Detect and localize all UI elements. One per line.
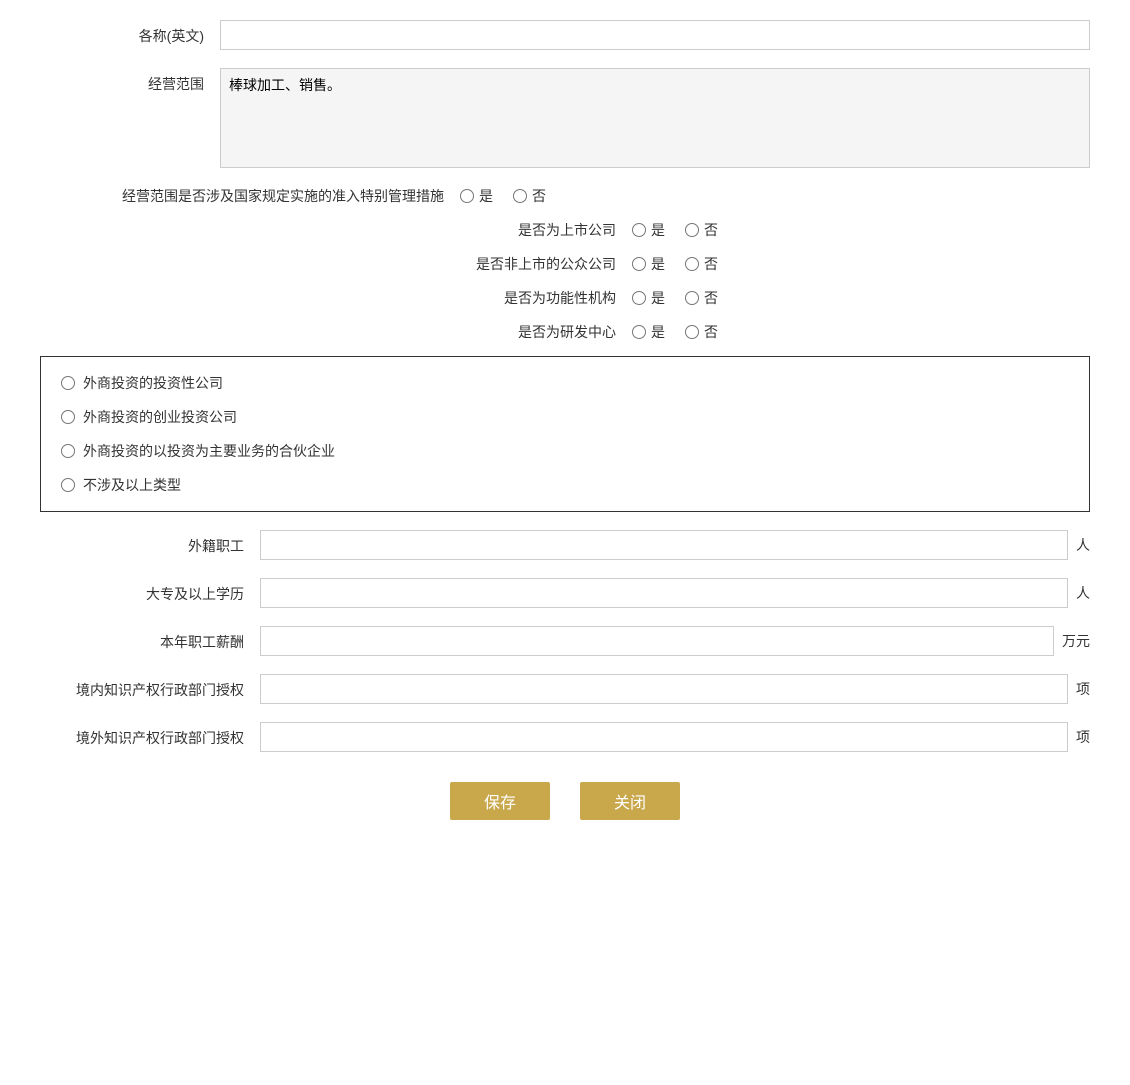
domestic-ip-unit: 项	[1068, 679, 1090, 699]
foreign-ip-input-wrap: 项	[260, 722, 1090, 752]
foreign-ip-input[interactable]	[260, 722, 1068, 752]
investment-option-2-label: 外商投资的创业投资公司	[83, 407, 237, 427]
non-listed-public-row: 是否非上市的公众公司 是 否	[40, 254, 1090, 274]
functional-institution-no[interactable]: 否	[685, 288, 718, 308]
listed-company-radios: 是 否	[632, 220, 718, 240]
annual-salary-control: 万元	[260, 626, 1090, 656]
special-management-no-radio[interactable]	[513, 189, 527, 203]
foreign-staff-label: 外籍职工	[40, 530, 260, 556]
investment-option-4-radio[interactable]	[61, 478, 75, 492]
functional-institution-row: 是否为功能性机构 是 否	[40, 288, 1090, 308]
listed-company-yes-radio[interactable]	[632, 223, 646, 237]
investment-option-4-label: 不涉及以上类型	[83, 475, 181, 495]
non-listed-public-yes[interactable]: 是	[632, 254, 665, 274]
non-listed-public-no[interactable]: 否	[685, 254, 718, 274]
foreign-staff-row: 外籍职工 人	[40, 530, 1090, 560]
rd-center-radios: 是 否	[632, 322, 718, 342]
listed-company-label: 是否为上市公司	[412, 220, 632, 240]
annual-salary-input-wrap: 万元	[260, 626, 1090, 656]
functional-institution-yes-label: 是	[651, 288, 665, 308]
listed-company-yes[interactable]: 是	[632, 220, 665, 240]
investment-option-1-radio[interactable]	[61, 376, 75, 390]
rd-center-yes[interactable]: 是	[632, 322, 665, 342]
functional-institution-yes-radio[interactable]	[632, 291, 646, 305]
special-management-radios: 是 否	[460, 186, 546, 206]
annual-salary-input[interactable]	[260, 626, 1054, 656]
annual-salary-label: 本年职工薪酬	[40, 626, 260, 652]
domestic-ip-row: 境内知识产权行政部门授权 项	[40, 674, 1090, 704]
investment-option-3-radio[interactable]	[61, 444, 75, 458]
college-edu-label: 大专及以上学历	[40, 578, 260, 604]
foreign-staff-input[interactable]	[260, 530, 1068, 560]
investment-option-4[interactable]: 不涉及以上类型	[61, 475, 1069, 495]
business-scope-label: 经营范围	[40, 68, 220, 94]
domestic-ip-control: 项	[260, 674, 1090, 704]
domestic-ip-input-wrap: 项	[260, 674, 1090, 704]
domestic-ip-input[interactable]	[260, 674, 1068, 704]
non-listed-public-yes-label: 是	[651, 254, 665, 274]
annual-salary-row: 本年职工薪酬 万元	[40, 626, 1090, 656]
business-scope-textarea[interactable]: 棒球加工、销售。	[220, 68, 1090, 168]
special-management-no-label: 否	[532, 186, 546, 206]
special-management-label: 经营范围是否涉及国家规定实施的准入特别管理措施	[40, 186, 460, 206]
foreign-staff-input-wrap: 人	[260, 530, 1090, 560]
functional-institution-yes[interactable]: 是	[632, 288, 665, 308]
functional-institution-label: 是否为功能性机构	[412, 288, 632, 308]
special-management-no[interactable]: 否	[513, 186, 546, 206]
investment-option-1[interactable]: 外商投资的投资性公司	[61, 373, 1069, 393]
rd-center-yes-label: 是	[651, 322, 665, 342]
rd-center-row: 是否为研发中心 是 否	[40, 322, 1090, 342]
rd-center-label: 是否为研发中心	[412, 322, 632, 342]
investment-option-3[interactable]: 外商投资的以投资为主要业务的合伙企业	[61, 441, 1069, 461]
non-listed-public-yes-radio[interactable]	[632, 257, 646, 271]
investment-option-2[interactable]: 外商投资的创业投资公司	[61, 407, 1069, 427]
foreign-ip-row: 境外知识产权行政部门授权 项	[40, 722, 1090, 752]
functional-institution-no-radio[interactable]	[685, 291, 699, 305]
name-en-row: 各称(英文)	[40, 20, 1090, 50]
college-edu-row: 大专及以上学历 人	[40, 578, 1090, 608]
investment-option-2-radio[interactable]	[61, 410, 75, 424]
name-en-control	[220, 20, 1090, 50]
listed-company-no-label: 否	[704, 220, 718, 240]
special-management-row: 经营范围是否涉及国家规定实施的准入特别管理措施 是 否	[40, 186, 1090, 206]
investment-option-3-label: 外商投资的以投资为主要业务的合伙企业	[83, 441, 335, 461]
non-listed-public-label: 是否非上市的公众公司	[412, 254, 632, 274]
button-row: 保存 关闭	[40, 782, 1090, 820]
non-listed-public-radios: 是 否	[632, 254, 718, 274]
listed-company-no-radio[interactable]	[685, 223, 699, 237]
foreign-ip-control: 项	[260, 722, 1090, 752]
functional-institution-no-label: 否	[704, 288, 718, 308]
rd-center-yes-radio[interactable]	[632, 325, 646, 339]
foreign-ip-unit: 项	[1068, 727, 1090, 747]
listed-company-yes-label: 是	[651, 220, 665, 240]
rd-center-no-radio[interactable]	[685, 325, 699, 339]
college-edu-input[interactable]	[260, 578, 1068, 608]
listed-company-no[interactable]: 否	[685, 220, 718, 240]
business-scope-row: 经营范围 棒球加工、销售。	[40, 68, 1090, 168]
rd-center-no-label: 否	[704, 322, 718, 342]
rd-center-no[interactable]: 否	[685, 322, 718, 342]
domestic-ip-label: 境内知识产权行政部门授权	[40, 674, 260, 700]
name-en-input[interactable]	[220, 20, 1090, 50]
close-button[interactable]: 关闭	[580, 782, 680, 820]
save-button[interactable]: 保存	[450, 782, 550, 820]
foreign-ip-label: 境外知识产权行政部门授权	[40, 722, 260, 748]
business-scope-control: 棒球加工、销售。	[220, 68, 1090, 168]
investment-types-box: 外商投资的投资性公司 外商投资的创业投资公司 外商投资的以投资为主要业务的合伙企…	[40, 356, 1090, 512]
functional-institution-radios: 是 否	[632, 288, 718, 308]
college-edu-input-wrap: 人	[260, 578, 1090, 608]
listed-company-row: 是否为上市公司 是 否	[40, 220, 1090, 240]
special-management-yes[interactable]: 是	[460, 186, 493, 206]
college-edu-control: 人	[260, 578, 1090, 608]
foreign-staff-control: 人	[260, 530, 1090, 560]
special-management-yes-radio[interactable]	[460, 189, 474, 203]
investment-option-1-label: 外商投资的投资性公司	[83, 373, 223, 393]
special-management-yes-label: 是	[479, 186, 493, 206]
foreign-staff-unit: 人	[1068, 535, 1090, 555]
college-edu-unit: 人	[1068, 583, 1090, 603]
non-listed-public-no-label: 否	[704, 254, 718, 274]
name-en-label: 各称(英文)	[40, 20, 220, 46]
annual-salary-unit: 万元	[1054, 631, 1090, 651]
non-listed-public-no-radio[interactable]	[685, 257, 699, 271]
